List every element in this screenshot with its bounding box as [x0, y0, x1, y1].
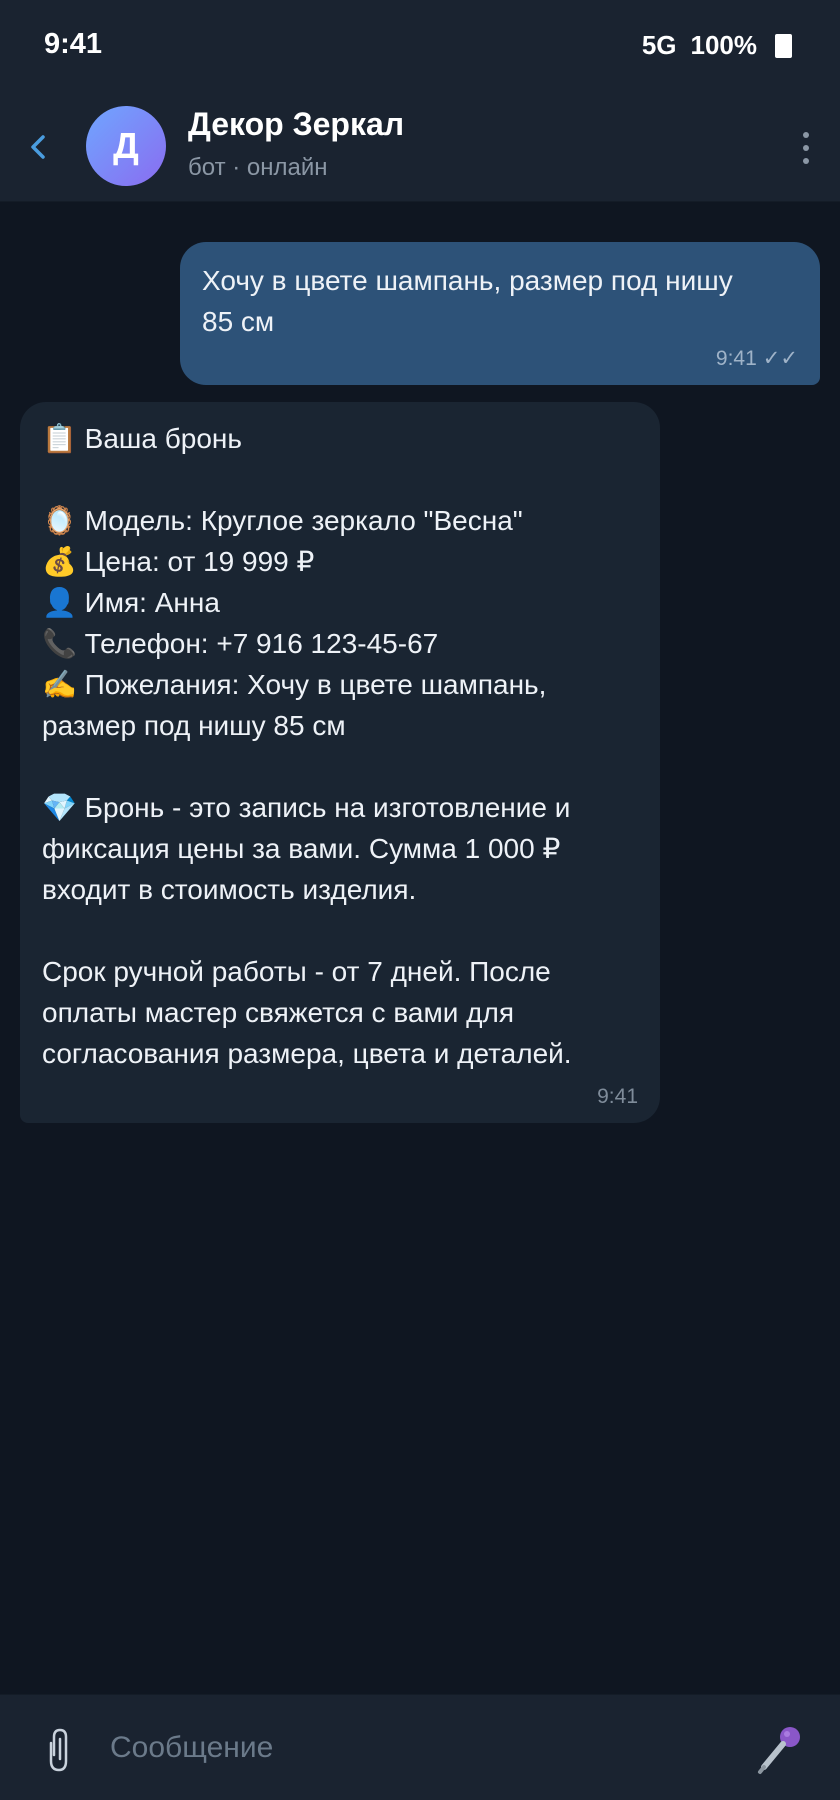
- back-button[interactable]: [18, 122, 58, 172]
- chat-title[interactable]: Декор Зеркал: [188, 106, 404, 143]
- avatar[interactable]: Д: [86, 106, 166, 186]
- message-time: 9:41: [597, 1085, 638, 1108]
- attach-button[interactable]: [40, 1725, 80, 1775]
- message-meta: 9:41: [597, 1085, 638, 1109]
- message-bubble-outgoing[interactable]: Хочу в цвете шампань, размер под нишу 85…: [180, 242, 820, 385]
- message-input[interactable]: [110, 1719, 710, 1777]
- paperclip-icon: [49, 1728, 68, 1772]
- message-composer: [0, 1694, 840, 1800]
- chat-status: бот · онлайн: [188, 154, 328, 181]
- message-bubble-incoming[interactable]: 📋 Ваша бронь 🪞 Модель: Круглое зеркало "…: [20, 402, 660, 1123]
- chat-header: Д Декор Зеркал бот · онлайн: [0, 92, 840, 202]
- chevron-left-icon: [31, 135, 45, 159]
- chat-screen: 9:41 5G 100% Д Декор Зеркал бот · онлайн…: [0, 0, 840, 1800]
- double-check-icon: ✓✓: [762, 347, 798, 370]
- kebab-menu-icon: [803, 132, 809, 138]
- battery-percent: 100%: [690, 30, 758, 60]
- message-text: 📋 Ваша бронь 🪞 Модель: Круглое зеркало "…: [42, 423, 572, 1069]
- message-time: 9:41: [715, 346, 757, 370]
- message-text: Хочу в цвете шампань, размер под нишу 85…: [202, 265, 733, 337]
- status-time: 9:41: [44, 28, 103, 60]
- network-indicator: 5G: [641, 30, 677, 60]
- microphone-icon: [758, 1727, 800, 1774]
- message-meta: 9:41 ✓✓: [716, 346, 798, 371]
- microphone-button[interactable]: [756, 1723, 806, 1775]
- battery-icon: [775, 33, 792, 58]
- kebab-menu-button[interactable]: [794, 128, 818, 168]
- status-indicators: 5G 100%: [642, 30, 792, 61]
- status-bar: 9:41 5G 100%: [0, 0, 840, 92]
